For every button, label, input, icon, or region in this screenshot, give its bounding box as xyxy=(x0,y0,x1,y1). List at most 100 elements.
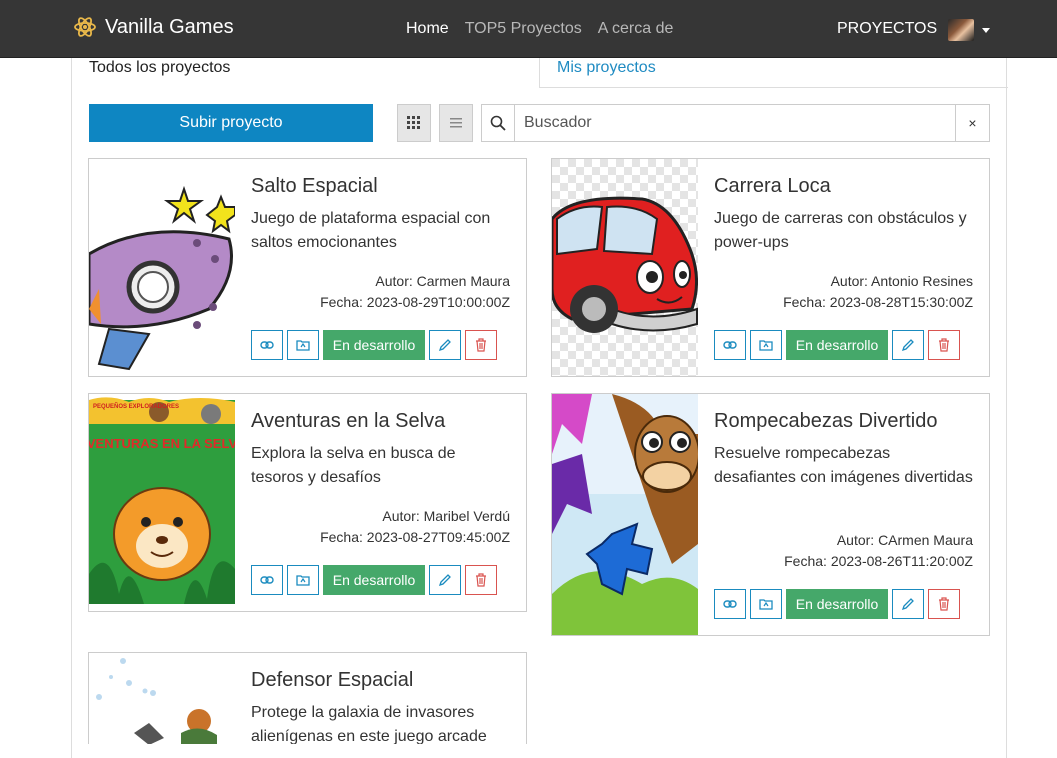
project-date: Fecha: 2023-08-28T15:30:00Z xyxy=(783,294,973,310)
project-description: Explora la selva en busca de tesoros y d… xyxy=(251,445,456,486)
project-date: Fecha: 2023-08-27T09:45:00Z xyxy=(320,529,510,545)
folder-icon xyxy=(759,340,773,351)
upload-project-button[interactable]: Subir proyecto xyxy=(89,104,373,142)
link-icon xyxy=(723,341,737,349)
pencil-icon xyxy=(901,339,914,352)
grid-view-button[interactable] xyxy=(397,104,431,142)
folder-icon xyxy=(296,340,310,351)
delete-button[interactable] xyxy=(465,330,497,360)
atom-logo-icon xyxy=(74,17,96,37)
project-card: PEQUEÑOS EXPLORADORES AVENTURAS EN LA SE… xyxy=(88,393,527,612)
folder-icon xyxy=(296,575,310,586)
project-description: Juego de plataforma espacial con saltos … xyxy=(251,210,491,251)
delete-button[interactable] xyxy=(928,589,960,619)
trash-icon xyxy=(476,338,486,352)
project-description: Protege la galaxia de invasores alieníge… xyxy=(251,704,487,744)
project-author: Autor: Antonio Resines xyxy=(830,273,973,289)
edit-button[interactable] xyxy=(892,330,924,360)
trash-icon xyxy=(939,338,949,352)
edit-button[interactable] xyxy=(429,330,461,360)
edit-button[interactable] xyxy=(892,589,924,619)
project-description: Resuelve rompecabezas desafiantes con im… xyxy=(714,445,973,486)
project-thumbnail xyxy=(89,653,235,744)
search-input[interactable] xyxy=(515,105,955,141)
open-folder-button[interactable] xyxy=(287,565,319,595)
status-button[interactable]: En desarrollo xyxy=(786,330,888,360)
navbar: Vanilla Games Home TOP5 Proyectos A cerc… xyxy=(0,0,1057,58)
puzzle-giraffe-image xyxy=(552,394,698,635)
project-card: Defensor Espacial Protege la galaxia de … xyxy=(88,652,527,744)
tabs: Todos los proyectos Mis proyectos xyxy=(72,58,1008,88)
search-bar: × xyxy=(481,104,990,142)
nav-links: Home TOP5 Proyectos A cerca de xyxy=(406,20,689,38)
pencil-icon xyxy=(438,339,451,352)
link-icon xyxy=(260,341,274,349)
link-icon xyxy=(260,576,274,584)
nav-top5[interactable]: TOP5 Proyectos xyxy=(465,20,582,38)
open-folder-button[interactable] xyxy=(750,330,782,360)
project-author: Autor: CArmen Maura xyxy=(836,532,973,548)
edit-button[interactable] xyxy=(429,565,461,595)
link-icon xyxy=(723,600,737,608)
space-defender-image xyxy=(89,653,235,744)
search-icon-box xyxy=(482,105,515,141)
project-thumbnail xyxy=(552,159,698,376)
project-title: Aventuras en la Selva xyxy=(251,410,446,432)
cover-kicker: PEQUEÑOS EXPLORADORES xyxy=(93,403,179,410)
project-card: Rompecabezas Divertido Resuelve rompecab… xyxy=(551,393,990,636)
project-card: Salto Espacial Juego de plataforma espac… xyxy=(88,158,527,377)
folder-icon xyxy=(759,599,773,610)
jungle-cover-image: PEQUEÑOS EXPLORADORES AVENTURAS EN LA SE… xyxy=(89,394,235,611)
delete-button[interactable] xyxy=(465,565,497,595)
search-icon xyxy=(490,115,506,131)
grid-icon xyxy=(407,116,420,129)
tab-my-projects[interactable]: Mis proyectos xyxy=(539,58,1008,88)
user-menu[interactable] xyxy=(948,19,990,41)
trash-icon xyxy=(476,573,486,587)
card-actions: En desarrollo xyxy=(714,330,964,360)
pencil-icon xyxy=(901,598,914,611)
avatar xyxy=(948,19,974,41)
list-icon xyxy=(450,118,462,128)
cover-title: AVENTURAS EN LA SELVA xyxy=(89,436,235,451)
link-button[interactable] xyxy=(714,589,746,619)
project-title: Defensor Espacial xyxy=(251,669,414,691)
project-author: Autor: Carmen Maura xyxy=(375,273,510,289)
status-button[interactable]: En desarrollo xyxy=(786,589,888,619)
link-button[interactable] xyxy=(251,330,283,360)
pencil-icon xyxy=(438,574,451,587)
card-actions: En desarrollo xyxy=(251,565,501,595)
project-thumbnail: PEQUEÑOS EXPLORADORES AVENTURAS EN LA SE… xyxy=(89,394,235,611)
project-thumbnail xyxy=(89,159,235,376)
open-folder-button[interactable] xyxy=(287,330,319,360)
status-button[interactable]: En desarrollo xyxy=(323,330,425,360)
project-author: Autor: Maribel Verdú xyxy=(382,508,510,524)
status-button[interactable]: En desarrollo xyxy=(323,565,425,595)
project-date: Fecha: 2023-08-29T10:00:00Z xyxy=(320,294,510,310)
open-folder-button[interactable] xyxy=(750,589,782,619)
nav-projects[interactable]: PROYECTOS xyxy=(837,20,937,38)
brand[interactable]: Vanilla Games xyxy=(73,15,234,39)
card-actions: En desarrollo xyxy=(251,330,501,360)
rocket-image xyxy=(89,159,235,376)
brand-name: Vanilla Games xyxy=(105,15,234,38)
project-title: Carrera Loca xyxy=(714,175,831,197)
caret-down-icon xyxy=(982,27,990,33)
project-description: Juego de carreras con obstáculos y power… xyxy=(714,210,967,251)
project-title: Rompecabezas Divertido xyxy=(714,410,938,432)
list-view-button[interactable] xyxy=(439,104,473,142)
nav-about[interactable]: A cerca de xyxy=(598,20,674,38)
link-button[interactable] xyxy=(714,330,746,360)
delete-button[interactable] xyxy=(928,330,960,360)
project-date: Fecha: 2023-08-26T11:20:00Z xyxy=(784,553,973,569)
nav-home[interactable]: Home xyxy=(406,20,449,38)
project-title: Salto Espacial xyxy=(251,175,378,197)
clear-search-button[interactable]: × xyxy=(955,105,989,141)
card-actions: En desarrollo xyxy=(714,589,964,619)
tab-all-projects[interactable]: Todos los proyectos xyxy=(89,59,230,77)
project-card: Carrera Loca Juego de carreras con obstá… xyxy=(551,158,990,377)
project-thumbnail xyxy=(552,394,698,635)
link-button[interactable] xyxy=(251,565,283,595)
red-car-image xyxy=(552,159,698,376)
trash-icon xyxy=(939,597,949,611)
